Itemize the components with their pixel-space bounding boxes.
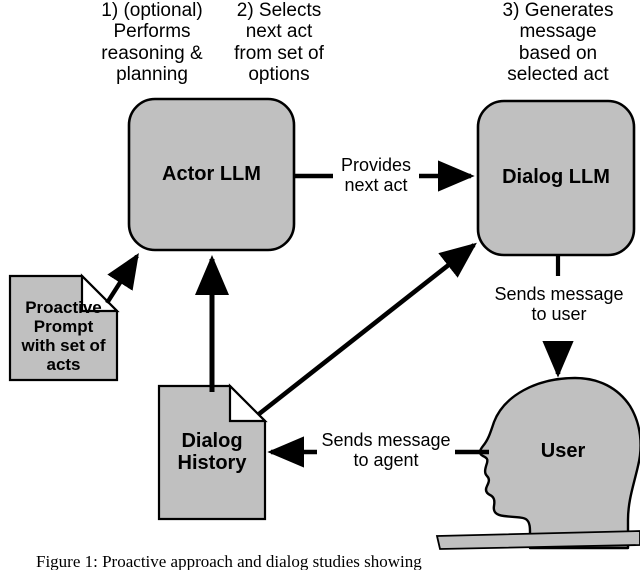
edge-history-to-dialog <box>257 242 477 416</box>
figure-caption: Figure 1: Proactive approach and dialog … <box>36 552 422 570</box>
edge-prompt-to-actor <box>105 253 139 305</box>
figure-canvas: 1) (optional) Performs reasoning & plann… <box>0 0 640 570</box>
dialog-llm-box <box>476 99 636 257</box>
proactive-prompt-shape <box>8 273 120 382</box>
diagram-graphics <box>8 97 640 550</box>
user-head-shape <box>478 376 640 550</box>
decorative-parallelogram <box>435 530 640 550</box>
dialog-history-shape <box>157 383 268 521</box>
actor-llm-box <box>127 97 296 252</box>
